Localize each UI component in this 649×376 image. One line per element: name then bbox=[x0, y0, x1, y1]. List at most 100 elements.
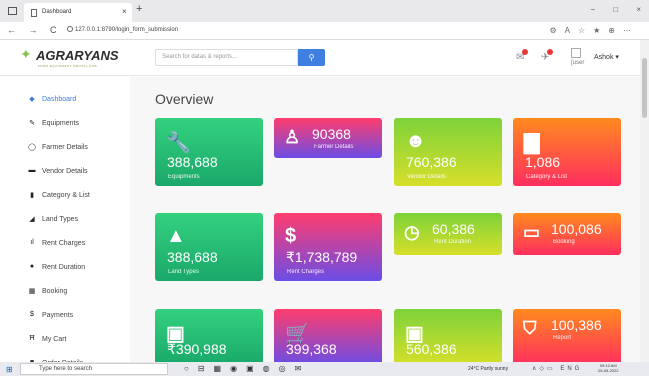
stat-label: Report bbox=[553, 335, 572, 341]
address-bar: ← → C 127.0.0.1:8790/login_form_submissi… bbox=[0, 22, 649, 40]
browser-toolbar-icons[interactable]: ⚙A☆★⊕⋯ bbox=[549, 26, 639, 35]
stat-value: ₹390,988 bbox=[167, 341, 227, 357]
stat-card[interactable]: $ ₹1,738,789 Rent Charges bbox=[274, 213, 382, 281]
refresh-button[interactable]: C bbox=[50, 25, 57, 35]
sidebar-item-label: Dashboard bbox=[42, 96, 77, 103]
browser-tab-strip: Dashboard × + − □ × bbox=[0, 0, 649, 22]
shield-icon: ⛉ bbox=[523, 318, 537, 338]
sidebar-item-label: Rent Charges bbox=[42, 240, 86, 247]
stat-value: 100,386 bbox=[551, 317, 602, 333]
info-icon[interactable] bbox=[67, 26, 73, 32]
stat-card[interactable]: 🛒 399,368 bbox=[274, 309, 382, 365]
id-card-icon: ▬ bbox=[28, 167, 36, 174]
search-button[interactable]: ⚲ bbox=[298, 49, 325, 66]
dollar-icon: $ bbox=[285, 225, 297, 247]
stat-value: 388,688 bbox=[167, 154, 218, 170]
page-title: Overview bbox=[155, 91, 214, 107]
stat-value: 399,368 bbox=[286, 341, 337, 357]
weather-widget[interactable]: 24°C Partly sunny bbox=[468, 366, 508, 372]
stat-card[interactable]: ▣ 560,386 bbox=[394, 309, 502, 365]
logo-leaf-icon: ✦ bbox=[20, 46, 32, 62]
sidebar-item-label: My Cart bbox=[42, 336, 67, 343]
nav-buttons: ← → C bbox=[7, 25, 67, 35]
mountain-icon: ▲ bbox=[166, 225, 186, 247]
clock[interactable]: 09:12 AM 25-05-2022 bbox=[598, 363, 618, 373]
stat-value: 560,386 bbox=[406, 341, 457, 357]
clock-icon: ● bbox=[29, 263, 35, 270]
monitor-icon: ▭ bbox=[523, 222, 541, 242]
avatar[interactable] bbox=[571, 48, 581, 58]
sidebar-item-label: Vendor Details bbox=[42, 168, 88, 175]
stat-card[interactable]: ▣ ₹390,988 bbox=[155, 309, 263, 365]
stat-card[interactable]: ▇ 1,086 Category & List bbox=[513, 118, 621, 186]
stat-card[interactable]: ☻ 760,386 Vendor Details bbox=[394, 118, 502, 186]
stat-card[interactable]: ⛉ 100,386 Report bbox=[513, 309, 621, 365]
page-icon bbox=[31, 9, 37, 17]
maximize-button[interactable]: □ bbox=[613, 5, 618, 14]
user-icon: ◯ bbox=[28, 144, 36, 151]
language-indicator[interactable]: ENG bbox=[560, 366, 582, 372]
stat-value: ₹1,738,789 bbox=[286, 249, 358, 265]
stat-card[interactable]: ▭ 100,086 Booking bbox=[513, 213, 621, 255]
tab-actions-icon[interactable] bbox=[8, 7, 17, 15]
close-tab-icon[interactable]: × bbox=[122, 7, 127, 16]
stat-label: Farmer Details bbox=[314, 144, 354, 150]
back-button[interactable]: ← bbox=[7, 25, 16, 35]
smile-icon: ☻ bbox=[405, 130, 427, 152]
browser-tab[interactable]: Dashboard × bbox=[24, 3, 132, 22]
system-tray[interactable]: ∧◇▭ ENG bbox=[532, 365, 582, 372]
stat-label: Land Types bbox=[168, 269, 199, 275]
sidebar-item-label: Equipments bbox=[42, 120, 79, 127]
window-controls: − □ × bbox=[574, 5, 641, 14]
sidebar-item-label: Land Types bbox=[42, 216, 79, 223]
cart-icon: Ħ bbox=[29, 335, 35, 342]
messages-icon[interactable]: ✉ bbox=[516, 49, 529, 63]
stat-label: Category & List bbox=[526, 174, 568, 180]
stat-value: 60,386 bbox=[432, 221, 475, 237]
wrench-icon: 🔧 bbox=[166, 132, 191, 154]
taskbar-search-input[interactable]: Type here to search bbox=[20, 363, 168, 375]
logo-tagline: FARM EQUIPMENT RENTAL HUB bbox=[38, 64, 97, 68]
stat-value: 1,086 bbox=[525, 154, 561, 170]
stat-label: Booking bbox=[553, 239, 575, 245]
clock-date: 25-05-2022 bbox=[598, 368, 619, 373]
stat-card[interactable]: ♙ 90368 Farmer Details bbox=[274, 118, 382, 158]
sidebar-item-label: Farmer Details bbox=[42, 144, 88, 151]
taskbar: ⊞ Type here to search ○⊟▦◉▣◍◎✉ 24°C Part… bbox=[0, 362, 649, 376]
stat-label: Equipments bbox=[168, 174, 200, 180]
forward-button[interactable]: → bbox=[29, 25, 38, 35]
stat-card[interactable]: ◷ 60,386 Rent Duration bbox=[394, 213, 502, 255]
stat-card[interactable]: 🔧 388,688 Equipments bbox=[155, 118, 263, 186]
stat-value: 100,086 bbox=[551, 221, 602, 237]
tab-title: Dashboard bbox=[42, 9, 72, 15]
taskbar-apps[interactable]: ○⊟▦◉▣◍◎✉ bbox=[184, 364, 310, 373]
chart-icon: ıl bbox=[30, 239, 34, 246]
close-window-button[interactable]: × bbox=[636, 5, 641, 14]
rocket-icon[interactable]: ✈ bbox=[541, 49, 554, 63]
notification-badge bbox=[522, 49, 529, 55]
sidebar-item-label: Payments bbox=[42, 312, 74, 319]
sidebar-item-label: Category & List bbox=[42, 192, 90, 199]
stat-card[interactable]: ▲ 388,688 Land Types bbox=[155, 213, 263, 281]
url-field[interactable]: 127.0.0.1:8790/login_form_submission bbox=[75, 27, 178, 33]
stat-value: 760,386 bbox=[406, 154, 457, 170]
sidebar: ◆ Dashboard ✎ Equipments ◯ Farmer Details ▬ Ven… bbox=[0, 77, 130, 367]
sidebar-item-label: Booking bbox=[42, 288, 68, 295]
windows-start-icon[interactable]: ⊞ bbox=[6, 365, 13, 374]
user-menu[interactable]: Ashok ▾ bbox=[594, 53, 619, 61]
dashboard-icon: ◆ bbox=[29, 96, 35, 103]
stat-value: 90368 bbox=[312, 126, 351, 142]
search-input[interactable]: Search for datas & reports... bbox=[155, 49, 298, 66]
main-content: Overview 🔧 388,688 Equipments ♙ 90368 Farmer … bbox=[130, 77, 640, 365]
clock-icon: ◷ bbox=[404, 222, 420, 242]
app-header: ✦ AGRARYANS FARM EQUIPMENT RENTAL HUB Se… bbox=[0, 40, 649, 76]
stat-label: Vendor Details bbox=[407, 174, 447, 180]
logo[interactable]: ✦ AGRARYANS FARM EQUIPMENT RENTAL HUB bbox=[20, 44, 120, 72]
folder-icon: ▇ bbox=[524, 132, 540, 154]
stat-label: Rent Charges bbox=[287, 269, 325, 275]
user-icon: ♙ bbox=[284, 127, 301, 147]
scrollbar[interactable] bbox=[640, 40, 649, 362]
scrollbar-thumb[interactable] bbox=[642, 58, 647, 118]
new-tab-button[interactable]: + bbox=[136, 3, 142, 15]
minimize-button[interactable]: − bbox=[590, 5, 595, 14]
